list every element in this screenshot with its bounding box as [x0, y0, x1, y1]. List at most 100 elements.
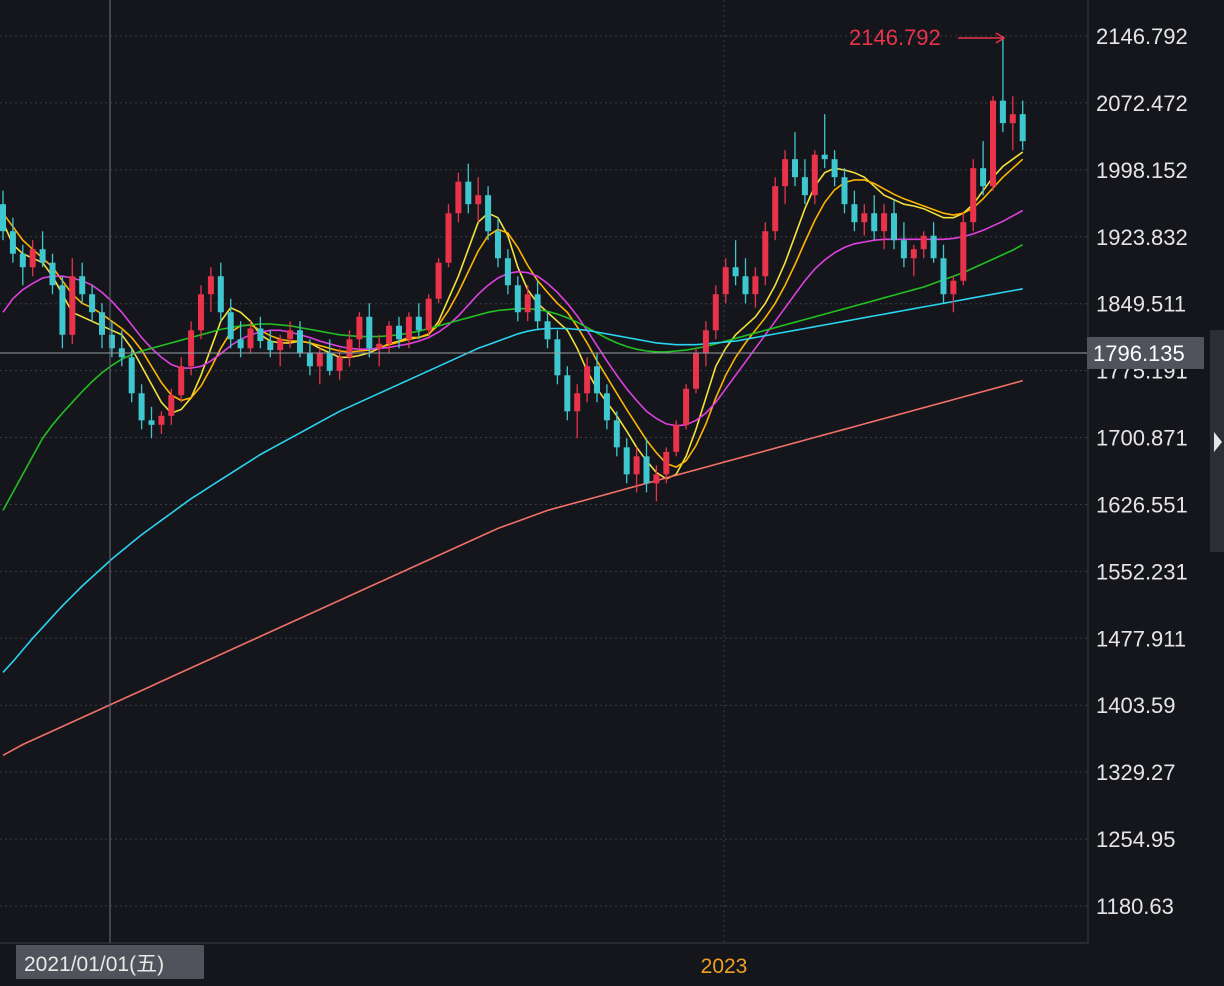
- candle-body: [485, 195, 492, 232]
- peak-label: 2146.792: [849, 25, 941, 50]
- candle-body: [514, 285, 521, 313]
- candle-body: [999, 100, 1006, 124]
- y-tick-label: 1998.152: [1096, 158, 1188, 183]
- candle: [445, 204, 452, 268]
- candle: [772, 177, 779, 241]
- candle-body: [613, 420, 620, 448]
- candle-body: [336, 357, 343, 371]
- candle-body: [881, 213, 888, 232]
- candle-body: [504, 258, 511, 286]
- candle-body: [79, 276, 86, 295]
- candle-body: [712, 294, 719, 331]
- candle: [425, 294, 432, 335]
- candle-body: [89, 294, 96, 313]
- candle-body: [405, 316, 412, 340]
- candle-body: [138, 393, 145, 421]
- candle: [762, 222, 769, 286]
- candle-body: [1019, 114, 1026, 142]
- candle-body: [247, 328, 254, 349]
- candle-body: [396, 325, 402, 340]
- candle-body: [742, 276, 749, 295]
- candle-body: [801, 177, 808, 196]
- candle-body: [257, 328, 264, 342]
- candle-body: [376, 343, 383, 349]
- y-tick-label: 1700.871: [1096, 426, 1188, 451]
- candle-body: [158, 415, 165, 425]
- candle-body: [29, 249, 36, 268]
- candle-body: [831, 159, 838, 178]
- candle-body: [663, 451, 670, 475]
- candle-body: [178, 366, 185, 396]
- candle-body: [732, 267, 739, 277]
- candle-body: [207, 276, 214, 295]
- candle-body: [316, 352, 323, 367]
- y-tick-label: 1403.59: [1096, 693, 1176, 718]
- candle-body: [980, 168, 987, 187]
- candle-body: [69, 276, 76, 335]
- crosshair-date-label: 2021/01/01(五): [24, 953, 164, 976]
- candle-body: [128, 357, 135, 394]
- y-tick-label: 1329.27: [1096, 760, 1176, 785]
- candle-body: [277, 339, 284, 351]
- candle-body: [821, 154, 828, 160]
- candle-body: [297, 330, 303, 353]
- candle-body: [0, 204, 6, 232]
- candle-body: [792, 159, 798, 178]
- candle-body: [653, 474, 660, 484]
- candle-body: [554, 339, 561, 376]
- candle-body: [168, 395, 175, 416]
- candle-body: [267, 341, 274, 351]
- candle-body: [366, 316, 373, 349]
- candle-body: [782, 159, 789, 187]
- candle-body: [39, 249, 46, 263]
- y-tick-label: 2072.472: [1096, 91, 1188, 116]
- candle-body: [227, 312, 234, 340]
- candle-body: [1009, 114, 1016, 124]
- candle-body: [306, 352, 313, 367]
- candle-body: [564, 375, 571, 412]
- candle-body: [445, 213, 452, 263]
- current-price-label: 1796.135: [1093, 341, 1185, 366]
- candle-body: [950, 280, 957, 295]
- candle: [960, 213, 967, 286]
- candle-body: [574, 393, 581, 412]
- candle-body: [198, 294, 204, 331]
- candle-body: [603, 393, 610, 421]
- candle-body: [188, 330, 195, 367]
- candle-body: [851, 204, 858, 223]
- candle-body: [59, 285, 66, 335]
- candle-body: [623, 447, 630, 475]
- current-price-tag: 1796.135: [1087, 337, 1204, 369]
- candle-body: [9, 231, 16, 254]
- candle-body: [673, 424, 680, 452]
- candle-body: [990, 100, 996, 187]
- candle-body: [455, 181, 462, 214]
- candle-body: [475, 195, 482, 205]
- candle-body: [693, 352, 699, 389]
- crosshair-date-box: 2021/01/01(五): [16, 945, 204, 979]
- candle-body: [386, 325, 393, 344]
- candle-body: [722, 267, 729, 295]
- candle-body: [594, 366, 600, 394]
- candle-body: [534, 294, 541, 322]
- candle-body: [19, 253, 26, 268]
- candle-body: [524, 294, 531, 313]
- candle-body: [861, 213, 868, 223]
- candle: [683, 384, 690, 430]
- x-axis-label-2023: 2023: [701, 955, 748, 978]
- y-tick-label: 1254.95: [1096, 827, 1176, 852]
- y-tick-label: 1923.832: [1096, 225, 1188, 250]
- candle-body: [287, 330, 294, 340]
- candle-body: [891, 213, 897, 241]
- candle-body: [841, 177, 848, 205]
- candle-body: [435, 262, 442, 299]
- candle: [970, 159, 977, 232]
- candle: [435, 258, 442, 304]
- y-tick-label: 1552.231: [1096, 559, 1188, 584]
- candle-body: [910, 249, 917, 259]
- candle-body: [425, 298, 432, 331]
- candle: [693, 348, 699, 394]
- candle-body: [970, 168, 977, 223]
- y-tick-label: 1849.511: [1096, 292, 1186, 317]
- candle-body: [465, 181, 472, 205]
